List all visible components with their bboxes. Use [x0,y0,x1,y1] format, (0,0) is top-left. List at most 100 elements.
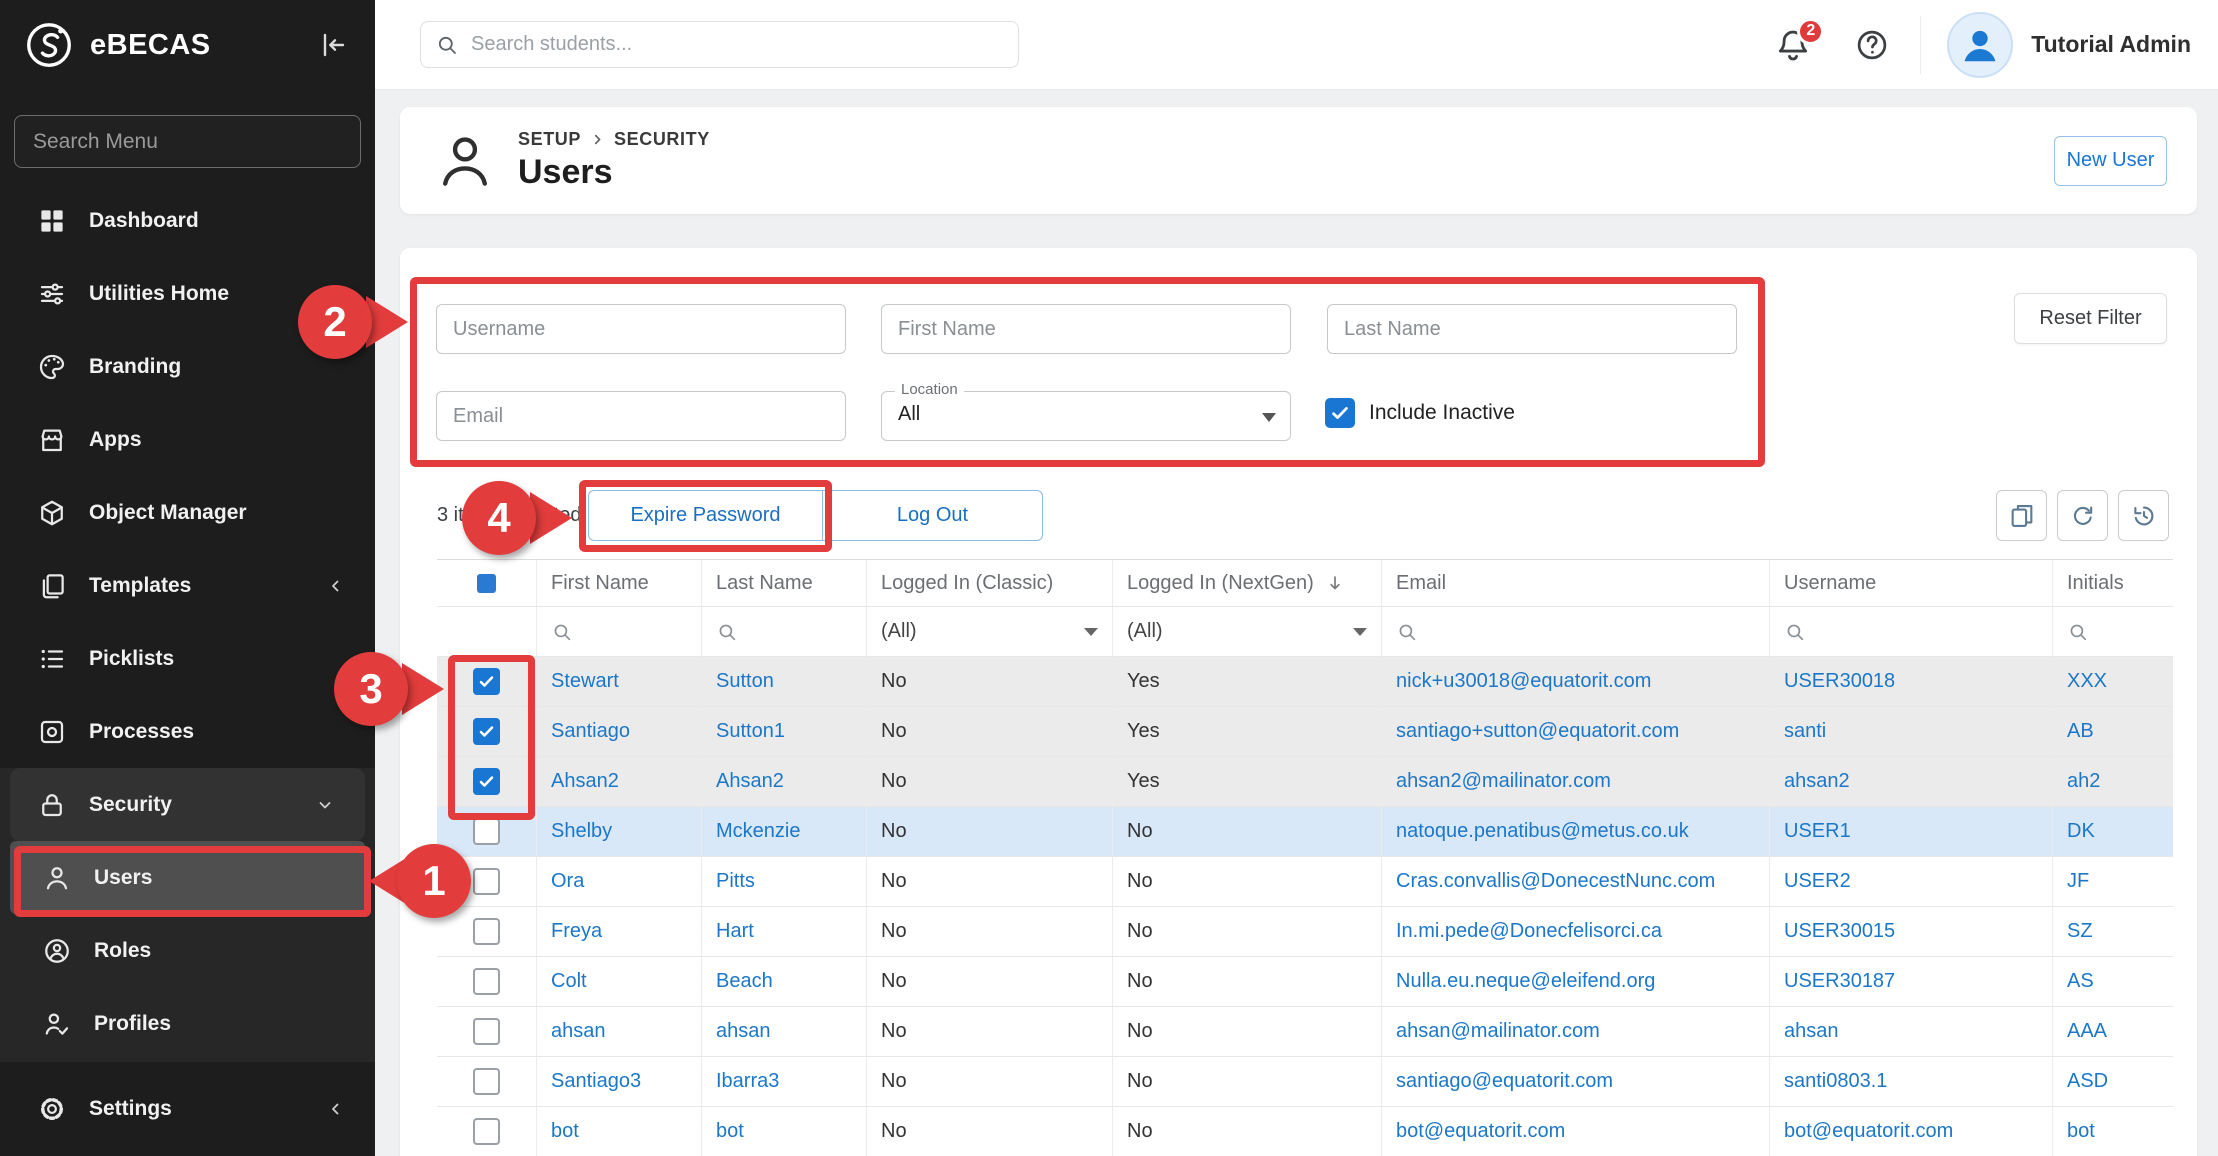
filter-input-first-name[interactable] [537,607,702,657]
cell-email[interactable]: bot@equatorit.com [1382,1107,1770,1156]
sidebar-item-profiles[interactable]: Profiles [0,987,375,1060]
cell-initials[interactable]: ASD [2053,1057,2173,1107]
sidebar-item-picklists[interactable]: Picklists [0,622,375,695]
row-checkbox[interactable] [473,1118,500,1145]
filter-select-logged-in-classic[interactable]: (All) [867,607,1113,657]
cell-username[interactable]: USER1 [1770,807,2053,857]
students-search-input[interactable] [471,33,1004,56]
avatar[interactable] [1947,12,2013,78]
table-row[interactable]: ShelbyMckenzieNoNonatoque.penatibus@metu… [437,807,2173,857]
collapse-sidebar-icon[interactable] [317,29,349,61]
cell-username[interactable]: santi0803.1 [1770,1057,2053,1107]
username-filter-input[interactable] [436,304,846,354]
row-checkbox-checked[interactable] [473,718,500,745]
column-header-username[interactable]: Username [1770,560,2053,607]
sidebar-item-roles[interactable]: Roles [0,914,375,987]
cell-first[interactable]: Shelby [537,807,702,857]
cell-username[interactable]: santi [1770,707,2053,757]
cell-email[interactable]: ahsan2@mailinator.com [1382,757,1770,807]
cell-last[interactable]: Sutton [702,657,867,707]
cell-initials[interactable]: DK [2053,807,2173,857]
cell-first[interactable]: Freya [537,907,702,957]
table-row[interactable]: ColtBeachNoNoNulla.eu.neque@eleifend.org… [437,957,2173,1007]
sidebar-item-settings[interactable]: Settings [0,1072,375,1145]
cell-first[interactable]: Ora [537,857,702,907]
new-user-button[interactable]: New User [2054,136,2167,186]
cell-initials[interactable]: AAA [2053,1007,2173,1057]
cell-username[interactable]: USER2 [1770,857,2053,907]
last-name-filter-input[interactable] [1327,304,1737,354]
table-row[interactable]: botbotNoNobot@equatorit.combot@equatorit… [437,1107,2173,1156]
filter-input-email[interactable] [1382,607,1770,657]
cell-first[interactable]: Stewart [537,657,702,707]
row-checkbox-checked[interactable] [473,668,500,695]
cell-initials[interactable]: AB [2053,707,2173,757]
cell-initials[interactable]: XXX [2053,657,2173,707]
select-all-checkbox[interactable] [477,574,496,593]
breadcrumb-setup[interactable]: SETUP [518,129,581,150]
cell-username[interactable]: USER30187 [1770,957,2053,1007]
first-name-filter-input[interactable] [881,304,1291,354]
cell-initials[interactable]: AS [2053,957,2173,1007]
cell-first[interactable]: bot [537,1107,702,1156]
filter-input-initials[interactable] [2053,607,2173,657]
column-header-logged-in-classic[interactable]: Logged In (Classic) [867,560,1113,607]
export-button[interactable] [1996,490,2047,541]
history-button[interactable] [2118,490,2169,541]
help-button[interactable] [1854,27,1890,63]
cell-username[interactable]: ahsan2 [1770,757,2053,807]
table-row[interactable]: OraPittsNoNoCras.convallis@DonecestNunc.… [437,857,2173,907]
cell-email[interactable]: ahsan@mailinator.com [1382,1007,1770,1057]
include-inactive-checkbox[interactable]: Include Inactive [1325,398,1515,428]
sidebar-item-apps[interactable]: Apps [0,403,375,476]
cell-email[interactable]: natoque.penatibus@metus.co.uk [1382,807,1770,857]
column-header-email[interactable]: Email [1382,560,1770,607]
column-header-first-name[interactable]: First Name [537,560,702,607]
log-out-button[interactable]: Log Out [822,490,1043,541]
column-header-last-name[interactable]: Last Name [702,560,867,607]
row-checkbox[interactable] [473,1068,500,1095]
cell-initials[interactable]: bot [2053,1107,2173,1156]
cell-username[interactable]: bot@equatorit.com [1770,1107,2053,1156]
column-header-initials[interactable]: Initials [2053,560,2173,607]
table-row[interactable]: Santiago3Ibarra3NoNosantiago@equatorit.c… [437,1057,2173,1107]
notifications-button[interactable]: 2 [1774,26,1812,64]
cell-email[interactable]: Cras.convallis@DonecestNunc.com [1382,857,1770,907]
row-checkbox[interactable] [473,1018,500,1045]
row-checkbox-checked[interactable] [473,768,500,795]
cell-email[interactable]: santiago+sutton@equatorit.com [1382,707,1770,757]
cell-last[interactable]: bot [702,1107,867,1156]
cell-username[interactable]: USER30015 [1770,907,2053,957]
sidebar-item-templates[interactable]: Templates [0,549,375,622]
sidebar-item-processes[interactable]: Processes [0,695,375,768]
table-row[interactable]: Ahsan2Ahsan2NoYesahsan2@mailinator.comah… [437,757,2173,807]
table-row[interactable]: StewartSuttonNoYesnick+u30018@equatorit.… [437,657,2173,707]
row-checkbox[interactable] [473,868,500,895]
sidebar-item-users[interactable]: Users [10,841,365,914]
sidebar-item-security[interactable]: Security [10,768,365,841]
filter-input-last-name[interactable] [702,607,867,657]
sidebar-search-input[interactable] [14,115,361,168]
location-select[interactable]: Location All [881,391,1291,441]
cell-last[interactable]: Mckenzie [702,807,867,857]
cell-username[interactable]: USER30018 [1770,657,2053,707]
user-name[interactable]: Tutorial Admin [2031,31,2191,58]
row-checkbox[interactable] [473,918,500,945]
filter-select-logged-in-nextgen[interactable]: (All) [1113,607,1382,657]
table-row[interactable]: FreyaHartNoNoIn.mi.pede@Donecfelisorci.c… [437,907,2173,957]
email-filter-input[interactable] [436,391,846,441]
filter-input-username[interactable] [1770,607,2053,657]
cell-last[interactable]: Ibarra3 [702,1057,867,1107]
cell-last[interactable]: Sutton1 [702,707,867,757]
column-header-logged-in-nextgen[interactable]: Logged In (NextGen) [1113,560,1382,607]
cell-email[interactable]: Nulla.eu.neque@eleifend.org [1382,957,1770,1007]
cell-first[interactable]: Ahsan2 [537,757,702,807]
refresh-button[interactable] [2057,490,2108,541]
table-row[interactable]: SantiagoSutton1NoYessantiago+sutton@equa… [437,707,2173,757]
cell-first[interactable]: Colt [537,957,702,1007]
cell-initials[interactable]: JF [2053,857,2173,907]
cell-email[interactable]: santiago@equatorit.com [1382,1057,1770,1107]
cell-last[interactable]: Pitts [702,857,867,907]
row-checkbox[interactable] [473,968,500,995]
row-checkbox[interactable] [473,818,500,845]
